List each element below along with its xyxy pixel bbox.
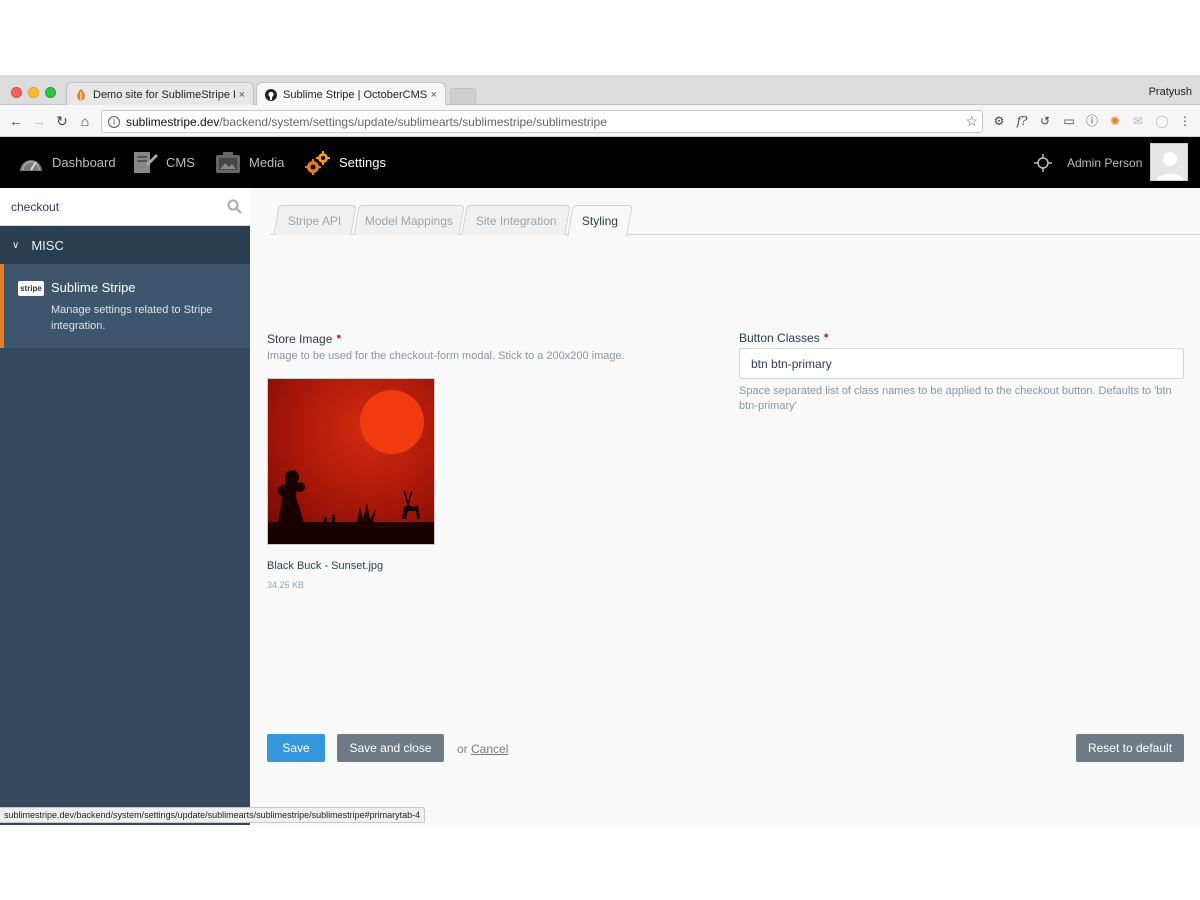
url-path: /backend/system/settings/update/sublimea… bbox=[219, 114, 607, 129]
gears-icon bbox=[305, 150, 331, 176]
required-mark: • bbox=[823, 327, 829, 343]
october-extension-icon[interactable]: ✺ bbox=[1107, 113, 1123, 129]
sync-extension-icon[interactable]: ↺ bbox=[1037, 113, 1053, 129]
nav-label: Dashboard bbox=[52, 155, 116, 170]
speedometer-icon bbox=[18, 152, 44, 174]
tab-strip: Demo site for SublimeStripe Pl × Sublime… bbox=[0, 75, 1200, 107]
nav-dashboard[interactable]: Dashboard bbox=[18, 137, 116, 188]
nav-label: Media bbox=[249, 155, 285, 170]
cancel-link[interactable]: Cancel bbox=[471, 742, 508, 756]
minimize-window-button[interactable] bbox=[28, 87, 39, 98]
cast-extension-icon[interactable]: ▭ bbox=[1061, 113, 1077, 129]
tab-model-mappings[interactable]: Model Mappings bbox=[353, 205, 465, 235]
site-info-icon[interactable]: i bbox=[108, 115, 120, 128]
menu-kebab-icon[interactable]: ⋮ bbox=[1177, 113, 1193, 129]
store-image-help: Image to be used for the checkout-form m… bbox=[267, 350, 625, 362]
circle-extension-icon[interactable]: ◯ bbox=[1154, 113, 1170, 129]
browser-tab-demo[interactable]: Demo site for SublimeStripe Pl × bbox=[66, 82, 254, 106]
close-window-button[interactable] bbox=[11, 87, 22, 98]
button-classes-label: Button Classes • bbox=[739, 327, 829, 345]
form-tabs: Stripe API Model Mappings Site Integrati… bbox=[270, 205, 1200, 236]
reload-icon[interactable]: ↻ bbox=[54, 113, 70, 129]
tab-styling[interactable]: Styling bbox=[567, 205, 633, 236]
mail-extension-icon[interactable]: ✉ bbox=[1130, 113, 1146, 129]
nav-media[interactable]: Media bbox=[215, 137, 284, 188]
sidebar-item-title: Sublime Stripe bbox=[51, 280, 136, 295]
chevron-down-icon: ∨ bbox=[12, 239, 20, 251]
back-arrow-icon[interactable]: ← bbox=[8, 113, 24, 129]
browser-tab-title: Sublime Stripe | OctoberCMS bbox=[283, 89, 427, 101]
browser-tab-active[interactable]: Sublime Stripe | OctoberCMS × bbox=[256, 82, 446, 107]
info-extension-icon[interactable]: ⓘ bbox=[1084, 113, 1100, 129]
nav-label: CMS bbox=[166, 155, 195, 170]
nav-cms[interactable]: CMS bbox=[132, 137, 195, 188]
search-input[interactable] bbox=[0, 188, 220, 225]
required-mark: • bbox=[336, 328, 342, 344]
backend-header: Dashboard CMS Media Settings Admin Perso… bbox=[0, 137, 1200, 188]
nav-settings[interactable]: Settings bbox=[305, 137, 386, 188]
browser-tab-title: Demo site for SublimeStripe Pl bbox=[93, 88, 235, 101]
media-icon bbox=[215, 151, 241, 174]
home-icon[interactable]: ⌂ bbox=[77, 113, 93, 129]
or-cancel: or Cancel bbox=[457, 742, 509, 756]
sidebar-search bbox=[0, 188, 250, 226]
gear-extension-icon[interactable]: ⚙ bbox=[991, 113, 1007, 129]
admin-name[interactable]: Admin Person bbox=[1067, 156, 1142, 170]
settings-sidebar: ∨ MISC stripe Sublime Stripe Manage sett… bbox=[0, 188, 250, 825]
stripe-logo-icon: stripe bbox=[18, 281, 44, 296]
bookmark-star-icon[interactable]: ☆ bbox=[965, 113, 978, 130]
browser-window: Demo site for SublimeStripe Pl × Sublime… bbox=[0, 75, 1200, 825]
store-image-thumbnail[interactable] bbox=[267, 378, 435, 545]
sidebar-item-description: Manage settings related to Stripe integr… bbox=[51, 304, 213, 332]
button-classes-help: Space separated list of class names to b… bbox=[739, 385, 1172, 412]
url-host: sublimestripe.dev bbox=[126, 114, 220, 129]
address-bar[interactable]: i sublimestripe.dev/backend/system/setti… bbox=[101, 110, 983, 133]
github-favicon-icon bbox=[265, 89, 277, 101]
close-tab-icon[interactable]: × bbox=[431, 89, 437, 101]
settings-form: Stripe API Model Mappings Site Integrati… bbox=[250, 188, 1200, 825]
browser-profile-name[interactable]: Pratyush bbox=[1149, 86, 1192, 98]
tab-stripe-api[interactable]: Stripe API bbox=[273, 205, 357, 235]
nav-label: Settings bbox=[339, 155, 386, 170]
forward-arrow-icon[interactable]: → bbox=[31, 113, 47, 129]
file-size: 34.25 KB bbox=[267, 580, 305, 590]
status-bar-url: sublimestripe.dev/backend/system/setting… bbox=[0, 807, 426, 823]
browser-toolbar: ← → ↻ ⌂ i sublimestripe.dev/backend/syst… bbox=[0, 105, 1200, 137]
sidebar-item-sublime-stripe[interactable]: stripe Sublime Stripe Manage settings re… bbox=[0, 264, 250, 348]
sidebar-group-label: MISC bbox=[31, 237, 64, 253]
save-and-close-button[interactable]: Save and close bbox=[337, 734, 444, 762]
button-classes-input[interactable] bbox=[739, 348, 1184, 379]
search-icon[interactable] bbox=[227, 199, 242, 219]
maximize-window-button[interactable] bbox=[45, 87, 56, 98]
save-button[interactable]: Save bbox=[267, 734, 325, 762]
avatar[interactable] bbox=[1150, 143, 1188, 181]
tab-site-integration[interactable]: Site Integration bbox=[461, 205, 571, 235]
reset-to-default-button[interactable]: Reset to default bbox=[1076, 734, 1184, 762]
cms-icon bbox=[132, 150, 158, 176]
close-tab-icon[interactable]: × bbox=[239, 89, 245, 101]
crosshair-icon[interactable] bbox=[1034, 154, 1052, 177]
october-favicon-icon bbox=[75, 88, 87, 101]
new-tab-button[interactable] bbox=[450, 88, 476, 104]
function-extension-icon[interactable]: f? bbox=[1014, 113, 1030, 129]
store-image-label: Store Image • bbox=[267, 328, 342, 346]
file-name[interactable]: Black Buck - Sunset.jpg bbox=[267, 560, 383, 572]
sidebar-group-misc[interactable]: ∨ MISC bbox=[0, 226, 250, 264]
